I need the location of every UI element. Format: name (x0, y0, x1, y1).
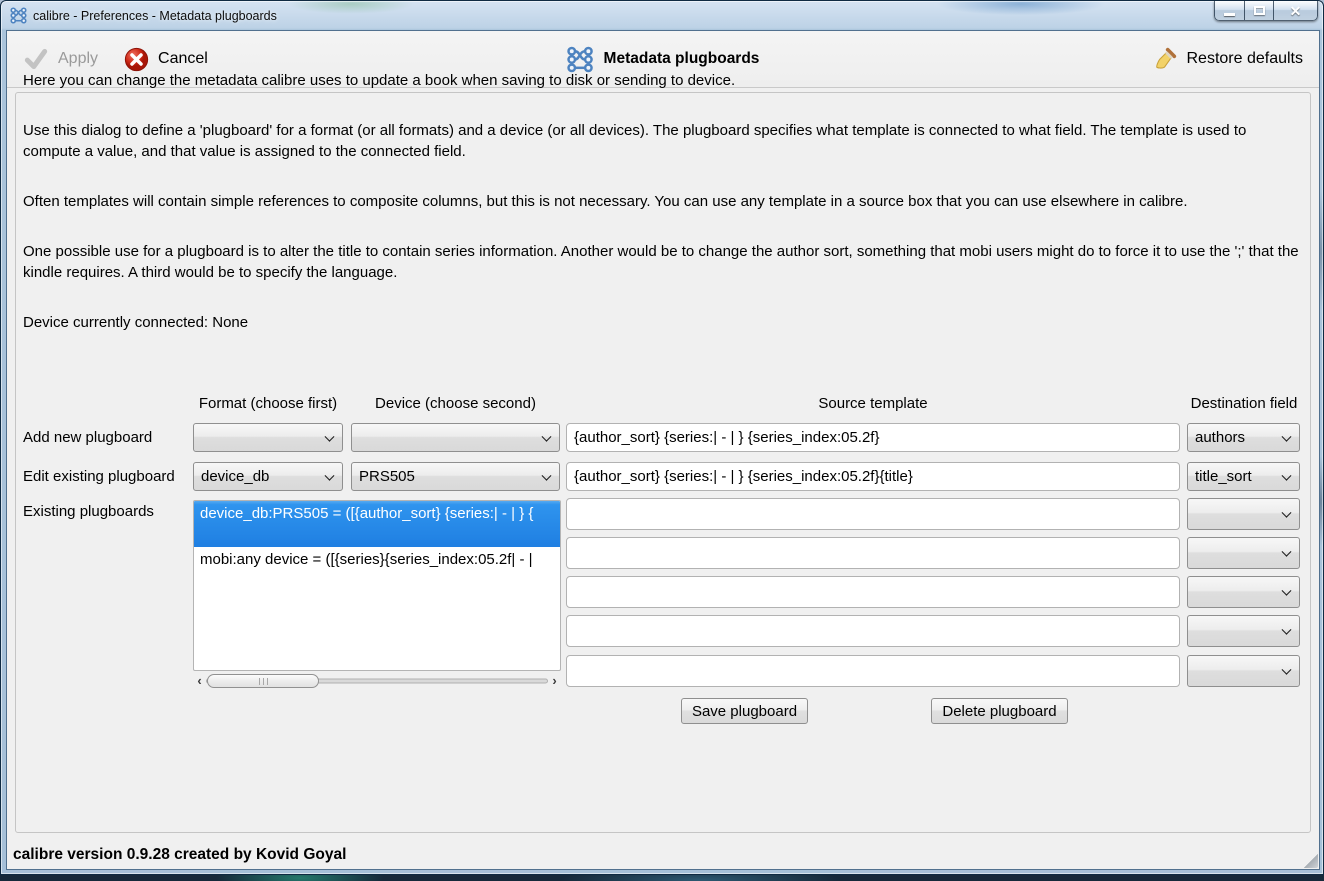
brush-icon (1156, 47, 1177, 69)
calibre-icon (10, 7, 27, 24)
apply-check-icon (24, 48, 48, 70)
edit-destination-combo[interactable]: title_sort (1187, 462, 1300, 491)
minimize-icon (1224, 12, 1235, 16)
app-window: calibre - Preferences - Metadata plugboa… (0, 0, 1324, 875)
delete-plugboard-button[interactable]: Delete plugboard (931, 698, 1068, 724)
column-header-destination: Destination field (1190, 395, 1298, 412)
source-template-input-7[interactable] (566, 655, 1180, 687)
list-item-selected[interactable]: device_db:PRS505 = ([{author_sort} {seri… (194, 501, 560, 547)
existing-plugboards-list[interactable]: device_db:PRS505 = ([{author_sort} {seri… (193, 500, 561, 671)
apply-button[interactable]: Apply (23, 46, 98, 72)
existing-plugboards-label: Existing plugboards (23, 502, 154, 520)
version-line: calibre version 0.9.28 created by Kovid … (13, 846, 347, 863)
apply-label: Apply (58, 50, 99, 67)
source-template-input-4[interactable] (566, 537, 1180, 569)
window-titlebar[interactable]: calibre - Preferences - Metadata plugboa… (1, 1, 1323, 30)
add-format-combo[interactable] (193, 423, 343, 452)
cancel-label: Cancel (158, 50, 208, 67)
close-button[interactable]: ✕ (1274, 1, 1318, 21)
scrollbar-grip-icon (258, 677, 268, 685)
maximize-button[interactable] (1245, 1, 1274, 21)
add-device-combo[interactable] (351, 423, 560, 452)
resize-grip[interactable] (1304, 854, 1318, 868)
window-controls: ✕ (1214, 1, 1318, 21)
intro-paragraph-1: Here you can change the metadata calibre… (23, 72, 736, 89)
add-source-template-input[interactable] (566, 423, 1180, 452)
scroll-left-arrow-icon[interactable]: ‹ (193, 673, 206, 689)
source-template-input-5[interactable] (566, 576, 1180, 608)
intro-paragraph-3: Often templates will contain simple refe… (23, 193, 1188, 210)
edit-device-combo[interactable]: PRS505 (351, 462, 560, 491)
restore-defaults-label: Restore defaults (1186, 50, 1303, 67)
destination-combo-5[interactable] (1187, 576, 1300, 608)
save-plugboard-button[interactable]: Save plugboard (681, 698, 808, 724)
intro-paragraph-4: One possible use for a plugboard is to a… (23, 243, 1299, 281)
cancel-button[interactable]: Cancel (124, 47, 208, 72)
edit-format-combo[interactable]: device_db (193, 462, 343, 491)
cancel-icon (124, 47, 149, 71)
scrollbar-thumb[interactable] (207, 674, 319, 688)
edit-existing-plugboard-label: Edit existing plugboard (23, 468, 175, 485)
scroll-right-arrow-icon[interactable]: › (548, 673, 561, 689)
add-new-plugboard-label: Add new plugboard (23, 429, 153, 446)
toolbar-title-label: Metadata plugboards (603, 50, 760, 67)
restore-defaults-button[interactable]: Restore defaults (1153, 47, 1303, 71)
plugboard-icon (567, 46, 593, 72)
intro-paragraph-2: Use this dialog to define a 'plugboard' … (23, 122, 1247, 160)
destination-combo-4[interactable] (1187, 537, 1300, 569)
column-header-source: Source template (818, 395, 928, 412)
destination-combo-7[interactable] (1187, 655, 1300, 687)
edit-source-template-input[interactable] (566, 462, 1180, 491)
source-template-input-3[interactable] (566, 498, 1180, 530)
list-item[interactable]: mobi:any device = ([{series}{series_inde… (194, 547, 560, 587)
destination-combo-3[interactable] (1187, 498, 1300, 530)
maximize-icon (1253, 6, 1265, 15)
intro-text: Here you can change the metadata calibre… (23, 70, 1307, 362)
add-destination-combo[interactable]: authors (1187, 423, 1300, 452)
window-title: calibre - Preferences - Metadata plugboa… (33, 8, 277, 23)
source-template-input-6[interactable] (566, 615, 1180, 647)
column-header-format: Format (choose first) (198, 395, 338, 412)
close-icon: ✕ (1289, 2, 1302, 19)
scrollbar-track[interactable] (206, 673, 548, 689)
destination-combo-6[interactable] (1187, 615, 1300, 647)
client-area: Apply Cancel Metadata plugboards Restore… (6, 30, 1320, 870)
list-horizontal-scrollbar[interactable]: ‹ › (193, 673, 561, 689)
minimize-button[interactable] (1214, 1, 1245, 21)
device-connected-line: Device currently connected: None (23, 314, 249, 331)
column-header-device: Device (choose second) (375, 395, 536, 412)
